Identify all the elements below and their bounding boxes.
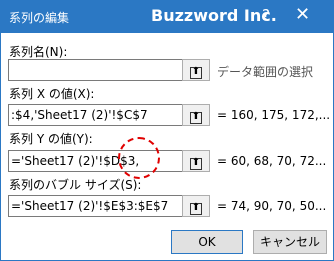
bubble-size-input[interactable]: ='Sheet17 (2)'!$E$3:$E$7: [8, 195, 185, 217]
collapse-dialog-icon: ⬆: [190, 111, 202, 124]
cancel-button[interactable]: キャンセル: [253, 230, 327, 254]
bubble-size-label: 系列のバブル サイズ(S):: [9, 178, 142, 192]
x-values-collapse-button[interactable]: ⬆: [182, 104, 210, 126]
edit-series-dialog: 系列の編集 Buzzword Inc. ? ✕ 系列名(N): ⬆ データ範囲の…: [0, 0, 334, 261]
series-name-collapse-button[interactable]: ⬆: [182, 59, 210, 81]
series-name-label: 系列名(N):: [9, 45, 68, 59]
close-button[interactable]: ✕: [295, 4, 310, 25]
annotation-circle: [118, 137, 160, 179]
collapse-dialog-icon: ⬆: [190, 202, 202, 215]
x-values-preview: = 160, 175, 172,...: [217, 108, 331, 122]
bubble-size-collapse-button[interactable]: ⬆: [182, 195, 210, 217]
collapse-dialog-icon: ⬆: [190, 157, 202, 170]
y-values-preview: = 60, 68, 70, 72...: [217, 154, 327, 168]
series-name-input[interactable]: [8, 59, 185, 81]
bubble-size-preview: = 74, 90, 70, 50...: [217, 199, 327, 213]
series-name-hint: データ範囲の選択: [217, 65, 314, 79]
x-values-input[interactable]: :$4,'Sheet17 (2)'!$C$7: [8, 104, 185, 126]
y-values-label: 系列 Y の値(Y):: [9, 132, 93, 146]
app-title: Buzzword Inc.: [151, 6, 277, 25]
x-values-label: 系列 X の値(X):: [9, 87, 95, 101]
title-bar: 系列の編集 Buzzword Inc. ? ✕: [1, 1, 333, 33]
y-values-collapse-button[interactable]: ⬆: [182, 150, 210, 172]
help-button[interactable]: ?: [262, 6, 270, 24]
ok-button[interactable]: OK: [171, 230, 243, 254]
collapse-dialog-icon: ⬆: [190, 66, 202, 79]
dialog-title: 系列の編集: [9, 11, 70, 25]
